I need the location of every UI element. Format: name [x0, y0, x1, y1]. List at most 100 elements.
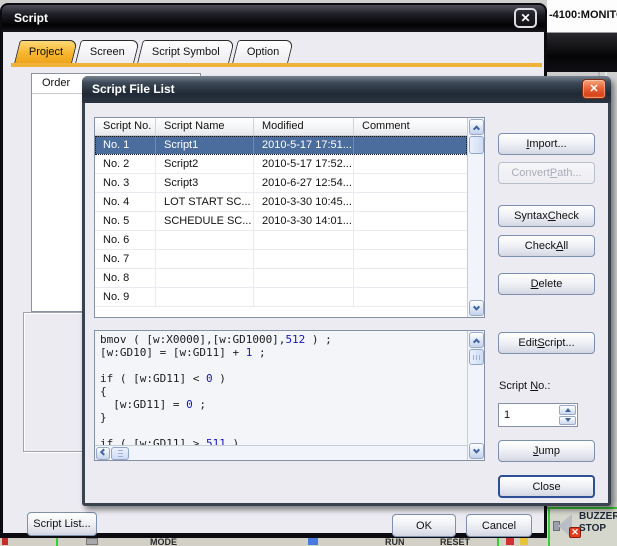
table-cell: 2010-6-27 12:54... [254, 174, 354, 192]
code-horizontal-scrollbar[interactable] [95, 445, 467, 460]
table-cell: No. 4 [95, 193, 156, 211]
tab-project[interactable]: Project [14, 40, 78, 63]
column-header-comment[interactable]: Comment [354, 118, 467, 135]
script-window-title: Script [2, 5, 545, 25]
table-cell: No. 5 [95, 212, 156, 230]
buzzer-stop-panel[interactable]: ✕ BUZZER STOP [547, 502, 617, 546]
table-cell: No. 3 [95, 174, 156, 192]
scroll-up-icon[interactable] [469, 119, 484, 135]
close-button[interactable]: Close [498, 475, 595, 498]
speaker-icon: ✕ [553, 513, 581, 539]
import-button[interactable]: Import... [498, 133, 595, 155]
script-window-titlebar[interactable]: Script ✕ [2, 5, 545, 32]
background-toolbar-strip: MODE RUN RESET [0, 538, 547, 546]
toolbar-fragment [2, 538, 8, 545]
dialog-titlebar[interactable]: Script File List ✕ [82, 76, 611, 103]
table-cell [156, 288, 254, 306]
table-row[interactable]: No. 8 [95, 269, 467, 288]
spin-up-icon[interactable] [559, 405, 576, 415]
table-row[interactable]: No. 7 [95, 250, 467, 269]
toolbar-fragment [86, 538, 98, 545]
table-cell [354, 155, 467, 173]
edit-script-button[interactable]: Edit Script... [498, 332, 595, 354]
toolbar-fragment [497, 538, 499, 546]
table-cell: Script3 [156, 174, 254, 192]
table-row[interactable]: No. 6 [95, 231, 467, 250]
table-cell: No. 9 [95, 288, 156, 306]
jump-button[interactable]: Jump [498, 440, 595, 462]
green-divider [548, 507, 550, 546]
background-window-title: -4100:MONITO [547, 0, 617, 33]
syntax-check-button[interactable]: Syntax Check [498, 205, 595, 227]
column-header-script-no[interactable]: Script No. [95, 118, 156, 135]
tab-option[interactable]: Option [232, 40, 294, 63]
table-cell: 2010-5-17 17:52... [254, 155, 354, 173]
scroll-up-icon[interactable] [469, 332, 484, 348]
scroll-left-icon[interactable] [96, 447, 110, 460]
scrollbar-thumb[interactable] [111, 447, 129, 460]
scroll-down-icon[interactable] [469, 300, 484, 316]
table-cell [254, 250, 354, 268]
table-row[interactable]: No. 1Script12010-5-17 17:51... [95, 136, 467, 155]
script-code-preview[interactable]: bmov ( [w:X0000],[w:GD1000],512 ) ; [w:G… [94, 330, 485, 461]
spin-down-icon[interactable] [559, 416, 576, 426]
table-row[interactable]: No. 9 [95, 288, 467, 307]
dialog-title: Script File List [82, 76, 611, 96]
tab-script-symbol[interactable]: Script Symbol [137, 40, 235, 63]
toolbar-fragment-label: RESET [440, 538, 470, 546]
toolbar-fragment [56, 538, 58, 546]
cancel-button[interactable]: Cancel [466, 514, 532, 537]
ok-button[interactable]: OK [392, 514, 456, 537]
table-cell [354, 174, 467, 192]
table-row[interactable]: No. 2Script22010-5-17 17:52... [95, 155, 467, 174]
table-cell [156, 269, 254, 287]
delete-button[interactable]: Delete [498, 273, 595, 295]
table-scrollbar[interactable] [467, 118, 484, 317]
table-row[interactable]: No. 3Script32010-6-27 12:54... [95, 174, 467, 193]
table-header: Script No. Script Name Modified Comment [95, 118, 467, 136]
table-cell: Script1 [156, 136, 254, 154]
check-all-button[interactable]: Check All [498, 235, 595, 257]
code-vertical-scrollbar[interactable] [467, 331, 484, 460]
accent-bar [11, 63, 542, 67]
green-divider [547, 507, 617, 509]
toolbar-fragment [308, 538, 318, 545]
table-cell [354, 136, 467, 154]
convert-path-button[interactable]: Convert Path... [498, 162, 595, 184]
table-cell: No. 6 [95, 231, 156, 249]
code-text: bmov ( [w:X0000],[w:GD1000],512 ) ; [w:G… [95, 331, 467, 445]
table-body: No. 1Script12010-5-17 17:51...No. 2Scrip… [95, 136, 467, 307]
table-cell [354, 193, 467, 211]
scroll-down-icon[interactable] [469, 443, 484, 459]
column-header-script-name[interactable]: Script Name [156, 118, 254, 135]
scrollbar-thumb[interactable] [469, 349, 484, 365]
table-cell: 2010-5-17 17:51... [254, 136, 354, 154]
table-cell [354, 212, 467, 230]
table-cell [254, 231, 354, 249]
script-no-value[interactable]: 1 [499, 404, 558, 426]
table-cell: Script2 [156, 155, 254, 173]
tab-screen[interactable]: Screen [75, 40, 140, 63]
close-icon[interactable]: ✕ [582, 79, 606, 99]
table-cell [354, 231, 467, 249]
scrollbar-thumb[interactable] [469, 136, 484, 154]
table-cell [254, 288, 354, 306]
close-icon[interactable]: ✕ [514, 8, 537, 28]
script-file-list-dialog: Script File List ✕ Script No. Script Nam… [82, 76, 611, 506]
script-list-button[interactable]: Script List... [27, 512, 97, 536]
background-black-band [547, 33, 617, 72]
toolbar-fragment-label: MODE [150, 538, 177, 546]
table-row[interactable]: No. 4LOT START SC...2010-3-30 10:45... [95, 193, 467, 212]
table-cell: LOT START SC... [156, 193, 254, 211]
dialog-body: Script No. Script Name Modified Comment … [85, 103, 608, 503]
table-cell [254, 269, 354, 287]
tab-bar: Project Screen Script Symbol Option [17, 40, 291, 63]
table-cell [156, 250, 254, 268]
table-cell: SCHEDULE SC... [156, 212, 254, 230]
script-no-stepper[interactable]: 1 [498, 403, 578, 427]
toolbar-fragment [520, 538, 528, 545]
table-row[interactable]: No. 5SCHEDULE SC...2010-3-30 14:01... [95, 212, 467, 231]
script-no-label: Script No.: [499, 380, 550, 392]
column-header-modified[interactable]: Modified [254, 118, 354, 135]
table-cell: No. 8 [95, 269, 156, 287]
